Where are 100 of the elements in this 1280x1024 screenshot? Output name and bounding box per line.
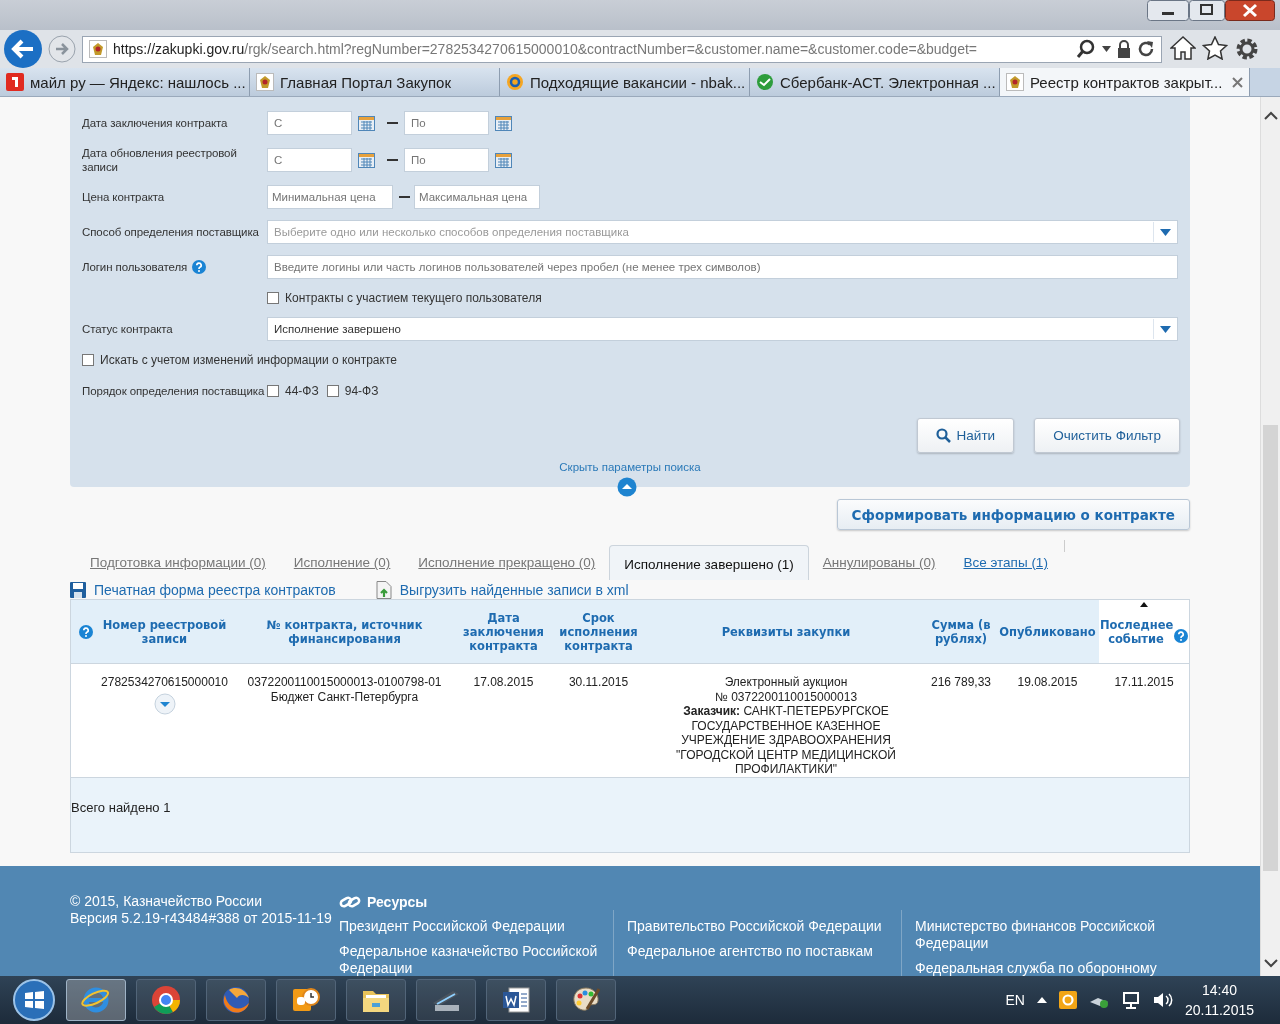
field-label: Дата заключения контракта: [82, 117, 228, 129]
footer-link[interactable]: Правительство Российской Федерации: [627, 918, 889, 935]
minimize-icon[interactable]: [1147, 0, 1189, 21]
field-label: Дата обновления реестровой записи: [82, 147, 237, 173]
input-field[interactable]: Максимальная цена: [414, 185, 540, 209]
version-text: Версия 5.2.19-r43484#388 от 2015-11-19: [70, 910, 333, 927]
refresh-icon[interactable]: [1137, 40, 1155, 58]
start-icon[interactable]: [10, 978, 58, 1022]
address-bar[interactable]: https://zakupki.gov.ru/rgk/search.html?regNumber=2782534270615000010&contractNumber=&customer.name=&customer.code=&budget=: [82, 35, 1162, 63]
find-button[interactable]: Найти: [916, 418, 1015, 453]
home-icon[interactable]: [1170, 36, 1196, 60]
calendar-icon[interactable]: [358, 152, 375, 168]
lock-icon: [1117, 40, 1131, 58]
hide-search-link[interactable]: Скрыть параметры поиска: [559, 461, 701, 473]
link[interactable]: Печатная форма реестра контрактов: [94, 581, 336, 598]
field-label: Порядок определения поставщика: [82, 385, 265, 397]
calendar-icon[interactable]: [358, 115, 375, 131]
total-count: Всего найдено 1: [71, 799, 171, 815]
caret-icon[interactable]: [1102, 46, 1111, 52]
speaker-icon[interactable]: [1152, 991, 1173, 1009]
search-icon: [935, 428, 951, 443]
chevron-up-icon[interactable]: [1036, 997, 1047, 1003]
generate-info-button[interactable]: Сформировать информацию о контракте: [836, 499, 1190, 530]
link[interactable]: Выгрузить найденные записи в xml: [399, 581, 629, 598]
field-label: Способ определения поставщика: [82, 226, 259, 238]
footer-link[interactable]: Президент Российской Федерации: [339, 918, 601, 935]
browser-tab[interactable]: Подходящие вакансии - nbak...: [500, 68, 750, 96]
cell-text: 17.11.2015: [1114, 675, 1174, 690]
search-icon[interactable]: [1076, 39, 1096, 59]
language-indicator[interactable]: EN: [1005, 992, 1025, 1008]
field-label: Статус контракта: [82, 323, 173, 335]
checkbox-label: 44-ФЗ: [285, 384, 319, 398]
monitor-icon[interactable]: [1120, 991, 1141, 1009]
clock[interactable]: 14:40 20.11.2015: [1184, 980, 1254, 1020]
browser-tab[interactable]: майл ру — Яндекс: нашлось ...: [0, 68, 250, 96]
input-field[interactable]: Введите логины или часть логинов пользователей через пробел (не менее трех символов): [267, 255, 1178, 279]
copyright-text: © 2015, Казначейство России: [70, 893, 263, 910]
footer-link[interactable]: Федеральное казначейство Российской Федерации: [339, 943, 601, 976]
footer-link[interactable]: Федеральное агентство по поставкам: [627, 943, 889, 960]
dropdown[interactable]: Исполнение завершено: [267, 317, 1178, 341]
browser-tab[interactable]: Сбербанк-АСТ. Электронная ...: [750, 68, 1000, 96]
column-header[interactable]: № контракта, источник финансирования: [233, 617, 456, 646]
collapse-icon[interactable]: [617, 477, 637, 497]
cell-text: 216 789,33: [930, 675, 992, 690]
checkbox[interactable]: [82, 354, 94, 366]
chevron-up-icon[interactable]: [1263, 111, 1278, 120]
cell-text: 19.08.2015: [1017, 675, 1078, 690]
expand-icon[interactable]: [153, 692, 176, 715]
document-icon[interactable]: [501, 985, 531, 1015]
checkbox[interactable]: [267, 385, 279, 397]
cell-text: № 0372200110015000013: [714, 689, 858, 704]
close-icon[interactable]: [1232, 76, 1243, 88]
footer-link[interactable]: Министерство финансов Российской Федерации: [915, 918, 1177, 952]
calendar-icon[interactable]: [495, 152, 512, 168]
settings-icon[interactable]: [1234, 36, 1260, 62]
checkbox[interactable]: [326, 385, 339, 397]
cell-text: Электронный аукцион: [724, 675, 848, 690]
cell-text: Заказчик: САНКТ-ПЕТЕРБУРГСКОЕ ГОСУДАРСТВЕННОЕ КАЗЕННОЕ УЧРЕЖДЕНИЕ ЗДРАВООХРАНЕНИЯ "ГОРОДСКОЙ ЦЕНТР МЕДИЦИНСКОЙ ПРОФИЛАКТИКИ": [675, 704, 897, 777]
input-field[interactable]: По: [404, 111, 489, 135]
column-header[interactable]: Дата заключения контракта: [456, 610, 551, 653]
maximize-icon[interactable]: [1189, 0, 1225, 21]
dropdown[interactable]: Выберите одно или несколько способов определения поставщика: [267, 220, 1178, 244]
scrollbar[interactable]: [1260, 97, 1280, 976]
clear-filter-button[interactable]: Очистить Фильтр: [1034, 418, 1180, 453]
globe-icon[interactable]: [221, 985, 251, 1015]
column-header[interactable]: Номер реестровой записи: [96, 617, 233, 646]
column-header[interactable]: Сумма (в рублях): [926, 617, 996, 646]
star-icon[interactable]: [1202, 36, 1228, 60]
browser-tab[interactable]: Реестр контрактов закрыт...: [1000, 68, 1250, 96]
input-field[interactable]: По: [404, 148, 489, 172]
close-icon[interactable]: [1225, 0, 1275, 21]
browser-tab[interactable]: Главная Портал Закупок: [250, 68, 500, 96]
input-field[interactable]: С: [267, 148, 352, 172]
cell-text: 30.11.2015: [568, 675, 629, 690]
cell-text: Бюджет Санкт-Петербурга: [270, 689, 419, 704]
help-icon[interactable]: [1174, 629, 1188, 643]
section-title: Ресурсы: [367, 893, 428, 910]
chevron-down-icon[interactable]: [1263, 959, 1278, 968]
footer-link[interactable]: Федеральная служба по оборонному: [915, 960, 1177, 976]
column-header[interactable]: Опубликовано: [999, 624, 1096, 639]
checkbox[interactable]: [267, 292, 279, 304]
checkbox-label: Искать с учетом изменений информации о контракте: [100, 353, 397, 367]
document-arrow-icon[interactable]: [375, 580, 392, 599]
link-icon: [339, 894, 361, 909]
cell-text: 17.08.2015: [473, 675, 534, 690]
input-field[interactable]: Минимальная цена: [267, 185, 393, 209]
help-icon[interactable]: [79, 624, 93, 639]
ring-square-icon[interactable]: [1058, 991, 1077, 1009]
status-tab[interactable]: Все этапы (1): [949, 555, 1062, 580]
ring-icon[interactable]: [81, 985, 111, 1015]
help-icon[interactable]: [192, 260, 207, 274]
back-icon[interactable]: [2, 30, 44, 68]
calendar-icon[interactable]: [495, 115, 512, 131]
tricolor-circle-icon[interactable]: [151, 985, 181, 1015]
column-header[interactable]: Срок исполнения контракта: [551, 610, 646, 653]
sort-arrow-icon[interactable]: [1140, 602, 1148, 607]
emblem-icon: [89, 40, 107, 58]
status-tab[interactable]: Исполнение завершено (1): [609, 545, 809, 580]
column-header[interactable]: Реквизиты закупки: [721, 624, 851, 639]
input-field[interactable]: С: [267, 111, 352, 135]
